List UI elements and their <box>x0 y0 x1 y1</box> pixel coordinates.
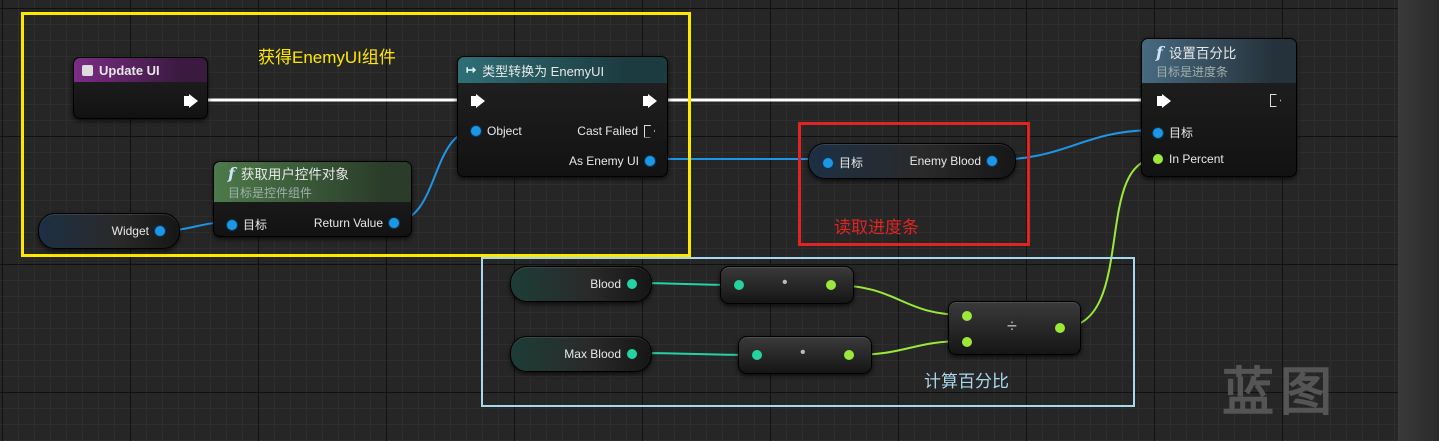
cast-failed-exec-icon[interactable] <box>644 124 655 138</box>
watermark: 蓝图 <box>1222 364 1339 422</box>
cast-node[interactable]: ↦ 类型转换为 EnemyUI Object Cast Failed As En… <box>457 56 668 177</box>
get-widget-node[interactable]: f 获取用户控件对象 目标是控件组件 目标 Return Value <box>213 161 412 237</box>
update-ui-title: Update UI <box>99 62 160 78</box>
set-percent-exec-out-pin[interactable] <box>1270 94 1281 107</box>
divide-in-b-pin-icon[interactable] <box>962 337 972 347</box>
divide-node[interactable]: ÷ <box>948 301 1081 355</box>
get-widget-title: 获取用户控件对象 <box>240 167 349 182</box>
convert1-in-pin-icon[interactable] <box>734 280 744 290</box>
in-percent-pin-icon[interactable] <box>1153 154 1163 164</box>
function-icon: f <box>228 163 235 183</box>
set-percent-target-label: 目标 <box>1169 126 1194 140</box>
set-percent-target-pin-icon[interactable] <box>1153 127 1163 138</box>
divide-out-pin-icon[interactable] <box>1055 323 1065 333</box>
widget-label: Widget <box>111 224 149 238</box>
divide-in-a-pin-icon[interactable] <box>962 311 972 321</box>
set-percent-node[interactable]: f 设置百分比 目标是进度条 目标 In Percent <box>1141 38 1297 177</box>
widget-pin-icon[interactable] <box>155 226 165 236</box>
set-percent-title: 设置百分比 <box>1168 46 1237 61</box>
blood-pin-icon[interactable] <box>627 279 637 289</box>
enemy-blood-node[interactable]: 目标 Enemy Blood <box>808 143 1016 179</box>
return-value-label: Return Value <box>313 216 383 230</box>
enemy-blood-output-label: Enemy Blood <box>909 154 981 168</box>
cast-exec-in-pin[interactable] <box>471 94 485 108</box>
cast-exec-out-pin[interactable] <box>643 94 657 108</box>
target-pin-label: 目标 <box>243 218 268 232</box>
convert2-symbol: • <box>800 344 806 361</box>
blood-variable-node[interactable]: Blood <box>510 266 652 302</box>
cast-arrow-icon: ↦ <box>466 63 477 77</box>
divide-symbol: ÷ <box>1007 316 1017 336</box>
object-pin-label: Object <box>487 124 522 138</box>
enemy-blood-target-pin-icon[interactable] <box>823 157 833 168</box>
enemy-blood-target-label: 目标 <box>839 156 864 170</box>
right-edge-strip <box>1398 0 1439 441</box>
in-percent-label: In Percent <box>1169 152 1224 166</box>
convert2-out-pin-icon[interactable] <box>844 350 854 360</box>
convert-node-1[interactable]: • <box>720 266 854 304</box>
event-icon <box>82 64 93 76</box>
as-enemy-ui-pin-icon[interactable] <box>645 156 655 166</box>
comment-label-yellow: 获得EnemyUI组件 <box>258 48 396 67</box>
blood-label: Blood <box>590 277 621 291</box>
convert1-out-pin-icon[interactable] <box>826 280 836 290</box>
set-percent-subtitle: 目标是进度条 <box>1156 65 1229 79</box>
exec-out-pin[interactable] <box>184 94 198 108</box>
comment-label-red: 读取进度条 <box>834 218 919 237</box>
convert1-symbol: • <box>782 274 788 291</box>
target-pin-icon[interactable] <box>227 219 237 230</box>
update-ui-node[interactable]: Update UI <box>73 57 208 119</box>
max-blood-label: Max Blood <box>564 347 621 361</box>
max-blood-pin-icon[interactable] <box>627 349 637 359</box>
comment-label-cyan: 计算百分比 <box>924 372 1009 391</box>
enemy-blood-output-pin-icon[interactable] <box>987 156 997 166</box>
return-value-pin-icon[interactable] <box>389 218 399 228</box>
cast-title: 类型转换为 EnemyUI <box>482 63 605 79</box>
object-pin-icon[interactable] <box>471 126 481 136</box>
set-percent-exec-in-pin[interactable] <box>1157 94 1171 108</box>
widget-variable-node[interactable]: Widget <box>38 213 180 249</box>
as-enemy-ui-label: As Enemy UI <box>568 154 639 168</box>
max-blood-variable-node[interactable]: Max Blood <box>510 336 652 372</box>
get-widget-subtitle: 目标是控件组件 <box>228 186 313 200</box>
convert2-in-pin-icon[interactable] <box>752 350 762 360</box>
convert-node-2[interactable]: • <box>738 336 872 374</box>
cast-failed-label: Cast Failed <box>577 124 638 138</box>
function-icon: f <box>1156 42 1163 62</box>
